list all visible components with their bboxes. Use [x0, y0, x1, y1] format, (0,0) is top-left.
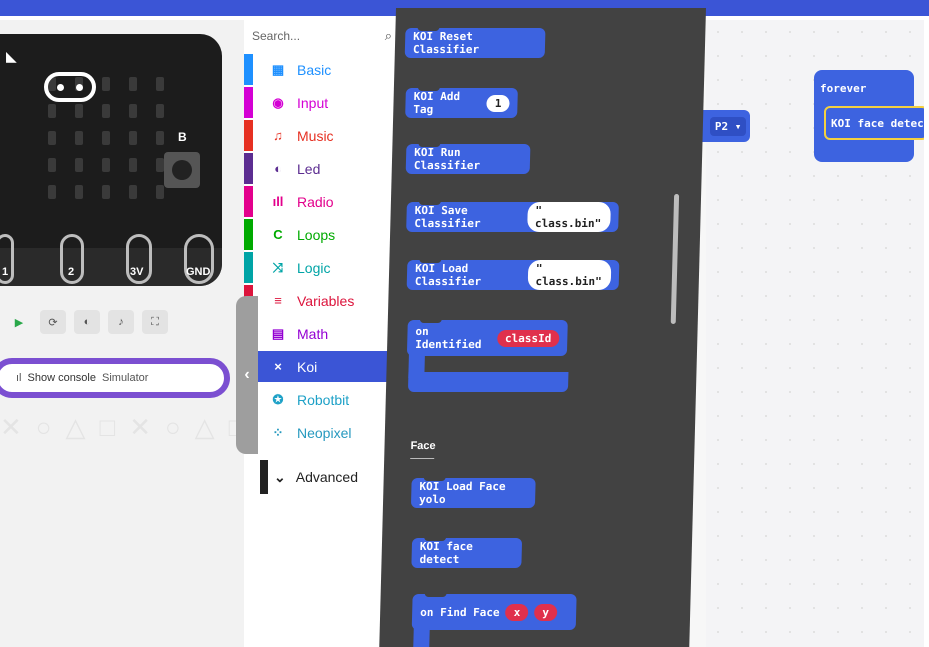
block-label: on Identified	[415, 325, 482, 351]
block-label: on Find Face	[420, 605, 500, 619]
signal-icon: ıll	[272, 194, 284, 209]
pin-a-marker-icon: ◣	[6, 48, 17, 64]
category-label: Koi	[297, 358, 318, 375]
chevron-down-icon: ⌄	[274, 468, 286, 485]
pin-gnd-label: GND	[186, 266, 211, 278]
flyout-scrollbar[interactable]	[670, 194, 680, 324]
block-koi-save-classifier[interactable]: KOI Save Classifier " class.bin"	[406, 202, 619, 232]
restart-icon[interactable]: ⟳	[40, 310, 66, 334]
collapse-simulator-button[interactable]: ‹	[236, 296, 258, 454]
block-flyout: KOI Reset Classifier KOI Add Tag 1 KOI R…	[379, 8, 706, 647]
on-find-face-body	[413, 628, 430, 647]
search-placeholder: Search...	[252, 29, 301, 43]
category-label: Neopixel	[297, 424, 352, 441]
microbit-board[interactable]: ◣ B 1 2 3V GND	[0, 34, 222, 286]
button-b[interactable]	[164, 152, 200, 188]
block-on-find-face[interactable]: on Find Face x y	[411, 594, 577, 630]
simulator-panel: ◣ B 1 2 3V GND ▶ ⟳ ◐ ♪ ⛶ ıl Show console…	[0, 20, 244, 647]
face-y-variable[interactable]: y	[534, 603, 558, 621]
calculator-icon: ▤	[271, 325, 285, 341]
search-input[interactable]: Search... ⌕	[252, 24, 392, 48]
pin-1-label: 1	[2, 266, 9, 278]
bar-chart-icon: ıl	[16, 372, 22, 384]
block-label: KOI Load Face yolo	[418, 480, 506, 506]
show-console-button[interactable]: ıl Show console Simulator	[0, 358, 230, 398]
category-label: Math	[297, 325, 329, 342]
search-icon[interactable]: ⌕	[385, 28, 392, 44]
category-label: Music	[297, 127, 334, 144]
block-label: KOI Reset Classifier	[412, 30, 480, 56]
category-label: Logic	[297, 259, 331, 276]
category-label: Input	[297, 94, 329, 111]
fullscreen-icon[interactable]: ⛶	[142, 310, 168, 334]
face-x-variable[interactable]: x	[505, 603, 529, 621]
play-icon[interactable]: ▶	[6, 310, 32, 334]
category-led[interactable]: ◐ Led	[244, 153, 416, 184]
block-label: KOI Save Classifier	[414, 204, 481, 230]
rebel-icon: ✪	[272, 391, 284, 407]
section-divider	[410, 458, 435, 459]
category-music[interactable]: ♫ Music	[244, 120, 416, 151]
pin-dropdown[interactable]: P2 ▾	[709, 116, 747, 136]
category-label: Variables	[297, 292, 355, 309]
toggle-icon: ◐	[274, 161, 282, 176]
spinner-icon: ⁘	[272, 424, 284, 440]
pin-2-label: 2	[68, 266, 75, 278]
shuffle-icon: ⤨	[272, 259, 284, 275]
slow-mo-icon[interactable]: ◐	[74, 310, 100, 334]
section-face-label: Face	[410, 440, 436, 452]
block-koi-load-classifier[interactable]: KOI Load Classifier " class.bin"	[406, 260, 620, 290]
pin-3v-label: 3V	[130, 266, 144, 278]
simulator-background-pattern: ✕○△□✕○△□✕○△□✕○△□✕○△□✕○△□✕○△□✕○△□✕○△□✕○△□…	[0, 412, 244, 442]
category-label: Loops	[297, 226, 336, 243]
block-label: KOI face detect	[419, 540, 474, 566]
forever-block[interactable]: forever KOI face detect	[814, 70, 928, 162]
category-basic[interactable]: ▦ Basic	[244, 54, 416, 85]
button-b-label: B	[178, 130, 187, 144]
block-koi-load-face-yolo[interactable]: KOI Load Face yolo	[410, 478, 536, 508]
block-on-identified[interactable]: on Identified classId	[406, 320, 568, 356]
target-icon: ◉	[272, 94, 284, 110]
loop-icon: C	[273, 227, 283, 242]
makecode-editor: ◣ B 1 2 3V GND ▶ ⟳ ◐ ♪ ⛶ ıl Show console…	[0, 0, 929, 647]
grid-icon: ▦	[271, 61, 285, 77]
simulator-controls: ▶ ⟳ ◐ ♪ ⛶	[6, 308, 186, 336]
category-label: Led	[297, 160, 321, 177]
workspace-edge	[924, 20, 929, 647]
sound-icon[interactable]: ♪	[108, 310, 134, 334]
block-label: KOI Load Classifier	[414, 262, 482, 288]
class-id-variable[interactable]: classId	[496, 329, 560, 347]
block-koi-reset-classifier[interactable]: KOI Reset Classifier	[404, 28, 546, 58]
category-label: Radio	[297, 193, 334, 210]
forever-label: forever	[820, 82, 867, 95]
block-koi-add-tag[interactable]: KOI Add Tag 1	[405, 88, 518, 118]
koi-face-detect-block[interactable]: KOI face detect	[824, 106, 928, 140]
category-label: Robotbit	[297, 391, 350, 408]
category-label: Basic	[297, 61, 332, 78]
microbit-logo-icon[interactable]	[44, 72, 96, 102]
category-input[interactable]: ◉ Input	[244, 87, 416, 118]
block-koi-run-classifier[interactable]: KOI Run Classifier	[405, 144, 531, 174]
block-label: KOI Add Tag	[413, 90, 461, 116]
on-identified-footer	[407, 372, 569, 392]
block-koi-face-detect[interactable]: KOI face detect	[411, 538, 523, 568]
load-filename-input[interactable]: " class.bin"	[527, 260, 612, 290]
tag-value-input[interactable]: 1	[486, 94, 510, 112]
list-icon: ≡	[274, 293, 282, 308]
close-icon: ×	[274, 359, 282, 374]
simulator-label: Simulator	[102, 372, 149, 384]
advanced-label: Advanced	[295, 469, 359, 485]
block-label: KOI Run Classifier	[413, 146, 481, 172]
save-filename-input[interactable]: " class.bin"	[526, 202, 611, 232]
show-console-label: Show console	[27, 372, 97, 384]
chevron-left-icon: ‹	[244, 366, 250, 383]
headphones-icon: ♫	[273, 128, 283, 143]
advanced-indicator	[260, 460, 268, 494]
